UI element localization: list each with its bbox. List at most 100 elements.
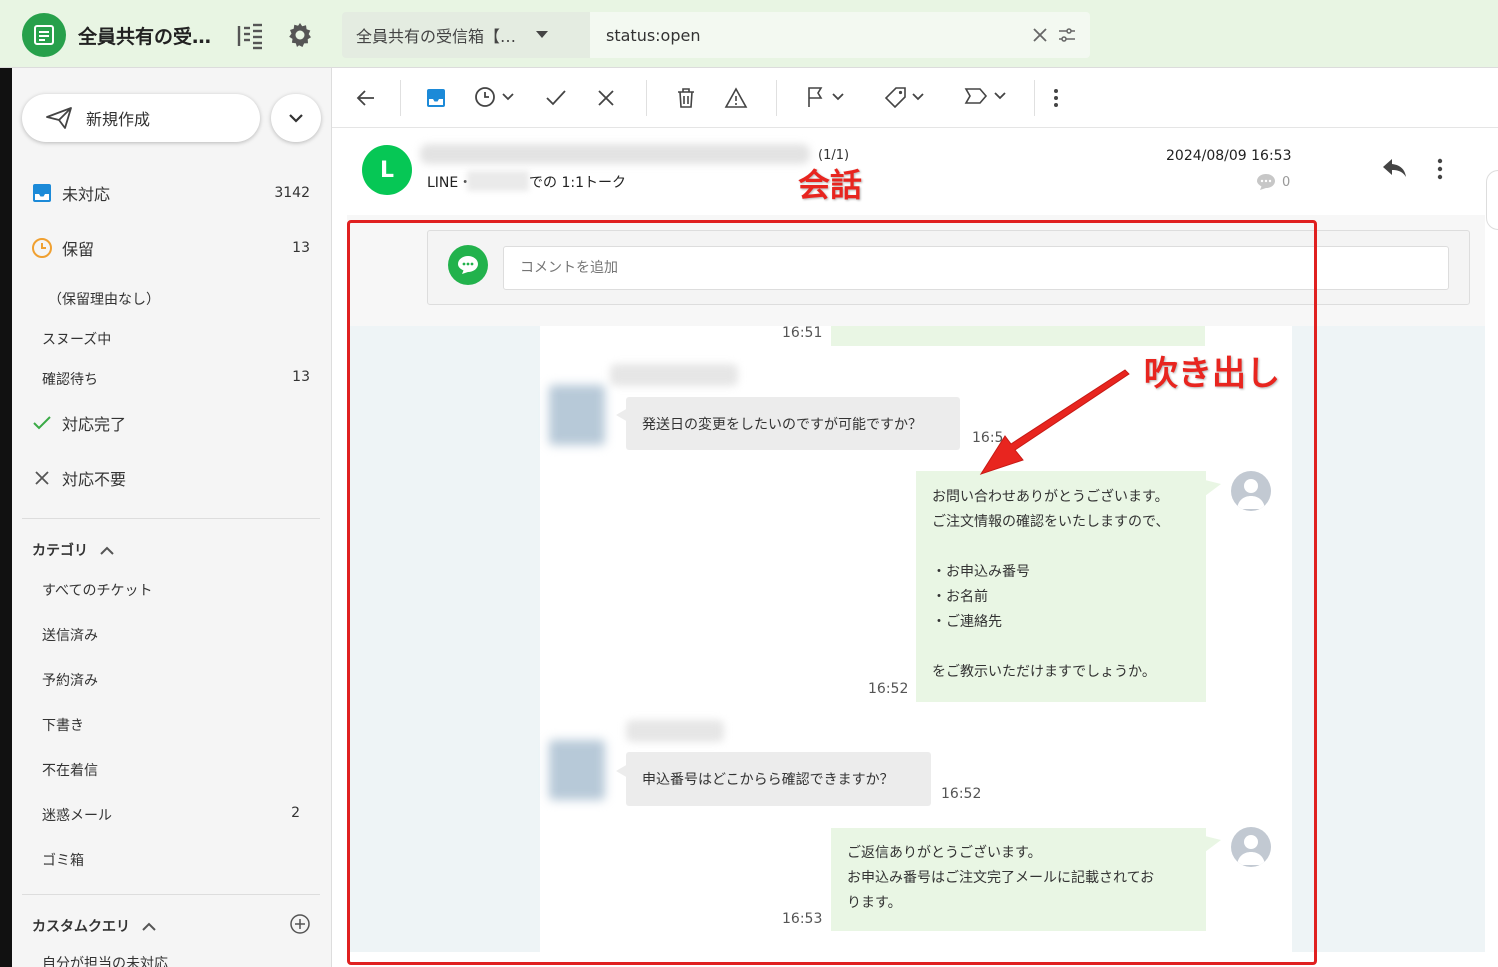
- sidebar-item-done[interactable]: 対応完了: [22, 410, 322, 436]
- side-panel-handle[interactable]: [1486, 170, 1498, 230]
- sidebar-item-label: 自分が担当の未対応: [42, 956, 168, 967]
- sidebar-item-label: すべてのチケット: [42, 583, 153, 599]
- close-icon[interactable]: [597, 89, 615, 107]
- message-line: をご教示いただけますでしょうか。: [932, 664, 1156, 680]
- sidebar-item-label: 不在着信: [42, 763, 98, 779]
- sidebar-divider: [22, 518, 320, 519]
- sidebar-item-label: 対応不要: [62, 470, 127, 489]
- search-input[interactable]: status:open: [590, 12, 1090, 58]
- sidebar-subitem-waiting[interactable]: 確認待ち 13: [42, 369, 322, 389]
- back-arrow-icon[interactable]: [356, 88, 376, 108]
- chevron-down-icon: [994, 92, 1006, 100]
- sidebar-item-drafts[interactable]: 下書き: [42, 715, 322, 735]
- redacted-sender-name: [610, 364, 738, 386]
- more-vertical-icon[interactable]: [1436, 157, 1444, 181]
- user-icon: [1237, 835, 1265, 865]
- compose-label: 新規作成: [86, 110, 151, 129]
- sidebar-item-label: 対応完了: [62, 415, 127, 434]
- chevron-down-icon: [289, 114, 303, 123]
- send-plane-icon: [46, 107, 72, 129]
- sidebar-item-spam[interactable]: 迷惑メール 2: [42, 805, 322, 825]
- inbox-icon[interactable]: [425, 87, 447, 109]
- message-line: ります。: [847, 895, 902, 911]
- message-text: 申込番号はどこからら確認できますか？: [642, 772, 894, 788]
- previous-outgoing-bubble: [831, 326, 1205, 346]
- redacted-contact-name: [420, 144, 810, 164]
- sidebar-divider: [22, 894, 320, 895]
- close-icon: [35, 471, 49, 485]
- compose-button[interactable]: 新規作成: [22, 94, 260, 142]
- agent-avatar: [1231, 471, 1271, 511]
- snooze-button[interactable]: [474, 86, 514, 108]
- chevron-up-icon: [100, 546, 114, 555]
- sidebar-subitem-snooze[interactable]: スヌーズ中: [42, 329, 322, 349]
- sidebar-subitem-label: 確認待ち: [42, 372, 98, 388]
- message-text: 発送日の変更をしたいのですが可能ですか？: [642, 416, 922, 433]
- clock-icon: [32, 238, 52, 258]
- message-line: [932, 535, 1190, 560]
- category-heading-label: カテゴリ: [32, 543, 88, 559]
- clock-icon: [475, 87, 495, 107]
- tag-icon: [884, 87, 906, 108]
- clear-search-icon[interactable]: [1032, 27, 1048, 43]
- sidebar-item-label: 未対応: [62, 185, 111, 204]
- sidebar-item-unneeded[interactable]: 対応不要: [22, 465, 322, 491]
- message-line: お問い合わせありがとうございます。: [932, 489, 1169, 505]
- label-button[interactable]: [964, 86, 1006, 106]
- flag-button[interactable]: [806, 86, 844, 108]
- message-date: 2024/08/09 16:53: [1166, 148, 1292, 164]
- custom-query-heading[interactable]: カスタムクエリ: [32, 916, 156, 936]
- list-toggle-icon[interactable]: [236, 22, 264, 50]
- message-line: ご返信ありがとうございます。: [847, 845, 1042, 861]
- redacted-account-name: [467, 171, 529, 191]
- annotation-label-bubble: 吹き出し: [1144, 354, 1280, 394]
- channel-label: LINE・: [427, 175, 473, 191]
- tag-button[interactable]: [884, 86, 924, 108]
- message-line: [932, 635, 1190, 660]
- sidebar-subitem-count: 13: [292, 369, 310, 385]
- compose-menu-button[interactable]: [271, 94, 321, 142]
- annotation-arrow-icon: [979, 369, 1130, 475]
- message-line: ・ご連絡先: [932, 614, 1002, 630]
- bubble-tail: [1205, 836, 1221, 852]
- search-query: status:open: [606, 25, 701, 45]
- warning-icon[interactable]: [724, 87, 748, 109]
- comment-count-value: 0: [1282, 174, 1291, 190]
- label-icon: [964, 88, 988, 104]
- app-logo[interactable]: [22, 13, 66, 57]
- sidebar-item-missed-calls[interactable]: 不在着信: [42, 760, 322, 780]
- sidebar-item-label: 送信済み: [42, 628, 98, 644]
- chevron-down-icon: [912, 93, 924, 101]
- sidebar-item-hold[interactable]: 保留 13: [22, 235, 322, 261]
- more-vertical-icon[interactable]: [1052, 87, 1060, 109]
- contact-avatar: L: [362, 145, 412, 195]
- redacted-sender-avatar: [549, 740, 605, 800]
- message-time: 16:53: [782, 911, 823, 927]
- message-time: 16:51: [782, 325, 823, 341]
- inbox-icon: [33, 184, 51, 202]
- filter-settings-icon[interactable]: [1058, 27, 1076, 43]
- sidebar-subitem-no-reason[interactable]: （保留理由なし）: [48, 289, 322, 309]
- add-query-icon[interactable]: [290, 914, 310, 934]
- reply-icon[interactable]: [1382, 157, 1408, 179]
- sidebar-item-my-open[interactable]: 自分が担当の未対応: [42, 953, 322, 967]
- sidebar-item-scheduled[interactable]: 予約済み: [42, 670, 322, 690]
- comment-count[interactable]: 0: [1256, 173, 1290, 191]
- sidebar-item-trash[interactable]: ゴミ箱: [42, 850, 322, 870]
- inbox-selector[interactable]: 全員共有の受信箱【…: [342, 12, 590, 58]
- message-line: ・お名前: [932, 589, 988, 605]
- chevron-down-icon: [832, 93, 844, 101]
- toolbar-separator: [776, 80, 777, 116]
- sidebar-item-all-tickets[interactable]: すべてのチケット: [42, 580, 322, 600]
- category-heading[interactable]: カテゴリ: [32, 540, 114, 560]
- window-edge: [0, 68, 12, 967]
- chevron-down-icon: [502, 93, 514, 101]
- message-line: ・お申込み番号: [932, 564, 1030, 580]
- check-icon[interactable]: [545, 89, 567, 107]
- sidebar-item-open[interactable]: 未対応 3142: [22, 180, 322, 206]
- sidebar-item-sent[interactable]: 送信済み: [42, 625, 322, 645]
- comment-input[interactable]: [503, 246, 1449, 290]
- app-title[interactable]: 全員共有の受…: [78, 22, 211, 49]
- trash-icon[interactable]: [676, 87, 696, 109]
- gear-icon[interactable]: [286, 21, 314, 49]
